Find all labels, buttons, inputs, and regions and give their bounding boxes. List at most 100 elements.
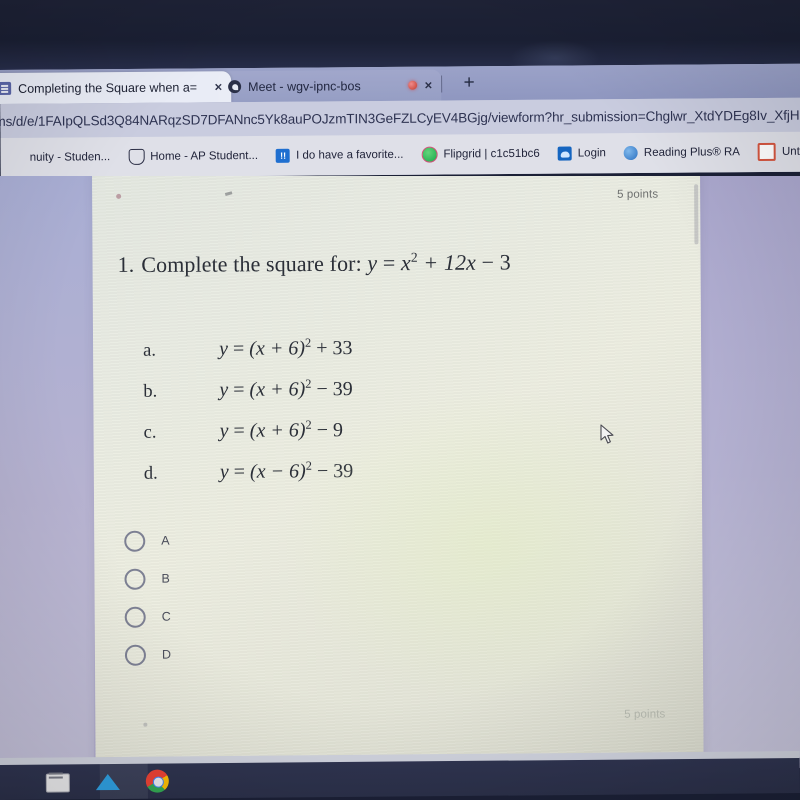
- photo-speck: [224, 191, 233, 197]
- tab-title: Meet - wgv-ipnc-bos: [248, 78, 361, 94]
- equation-term1-exponent: 2: [410, 250, 418, 266]
- chrome-icon[interactable]: [145, 768, 172, 794]
- new-tab-button[interactable]: +: [459, 72, 479, 93]
- bookmark-flipgrid[interactable]: Flipgrid | c1c51bc6: [412, 146, 548, 163]
- bookmark-label: Untitled p: [781, 145, 800, 158]
- choice-equals: =: [233, 460, 246, 483]
- radio-circle-icon[interactable]: [124, 606, 146, 628]
- choice-letter: d.: [143, 463, 158, 484]
- google-meet-icon: [228, 80, 242, 94]
- radio-option-b[interactable]: B: [124, 560, 170, 598]
- radio-circle-icon[interactable]: [124, 530, 146, 552]
- equation-lhs: y: [367, 250, 378, 276]
- screen-photograph: Completing the Square when a= × Meet - w…: [0, 0, 800, 800]
- blue-square-icon: !!: [276, 148, 291, 163]
- answer-choice-b: b. y = (x + 6)2 − 39: [143, 375, 623, 419]
- choice-group: (x + 6): [249, 337, 306, 360]
- scrollbar[interactable]: [694, 184, 699, 245]
- radio-label: D: [161, 647, 172, 662]
- radio-label: C: [161, 609, 171, 624]
- bookmark-nuity-student[interactable]: nuity - Studen...: [1, 150, 120, 165]
- radio-circle-icon[interactable]: [124, 568, 146, 590]
- choice-letter: a.: [143, 340, 156, 361]
- radio-option-a[interactable]: A: [124, 522, 170, 560]
- slides-icon: [757, 142, 777, 162]
- page-right-margin: [696, 176, 800, 768]
- question-prompt: Complete the square for:: [141, 250, 362, 278]
- radio-option-d[interactable]: D: [124, 636, 172, 674]
- choice-equals: =: [232, 337, 245, 360]
- bookmark-label: Flipgrid | c1c51bc6: [443, 147, 540, 161]
- choice-lhs: y: [219, 337, 229, 360]
- choice-tail: + 33: [316, 337, 353, 360]
- answer-choice-c: c. y = (x + 6)2 − 9: [144, 416, 624, 460]
- bookmark-label: nuity - Studen...: [29, 151, 111, 164]
- choice-exponent: 2: [305, 458, 312, 473]
- answer-choice-d: d. y = (x − 6)2 − 39: [144, 457, 624, 501]
- bookmark-i-do-have-a-favorite[interactable]: !! I do have a favorite...: [267, 148, 413, 163]
- equation-equals: =: [382, 250, 396, 276]
- bookmark-reading-plus[interactable]: Reading Plus® RA: [615, 145, 749, 161]
- choice-lhs: y: [219, 460, 229, 483]
- choice-exponent: 2: [305, 376, 312, 391]
- taskbar-items: [45, 768, 172, 795]
- bookmark-home-ap-student[interactable]: Home - AP Student...: [119, 148, 267, 165]
- equation-term2: + 12x: [423, 249, 477, 276]
- choice-expression: y = (x + 6)2 − 39: [219, 376, 353, 401]
- browser-window: Completing the Square when a= × Meet - w…: [0, 63, 800, 178]
- radio-label: B: [161, 571, 170, 586]
- bookmark-login[interactable]: Login: [549, 146, 615, 161]
- bookmark-label: Home - AP Student...: [150, 149, 259, 163]
- tab-meet[interactable]: Meet - wgv-ipnc-bos ×: [218, 69, 442, 103]
- choice-expression: y = (x + 6)2 + 33: [219, 335, 353, 360]
- choice-equals: =: [233, 419, 245, 442]
- choice-group: (x + 6): [249, 419, 306, 442]
- bookmarks-bar: nuity - Studen... Home - AP Student... !…: [0, 131, 800, 178]
- choice-exponent: 2: [304, 335, 312, 350]
- google-forms-icon: [0, 81, 12, 96]
- shield-icon: [128, 148, 145, 165]
- choice-letter: c.: [143, 422, 157, 443]
- file-explorer-icon[interactable]: [45, 768, 72, 794]
- choice-exponent: 2: [305, 417, 312, 432]
- choice-tail: − 39: [316, 378, 353, 401]
- question-number: 1.: [117, 252, 135, 278]
- site-icon: [10, 151, 24, 165]
- equation-term1-base: x: [400, 250, 411, 276]
- recording-indicator-icon: [408, 80, 418, 90]
- mail-icon[interactable]: [95, 768, 122, 794]
- choice-tail: − 9: [316, 419, 344, 442]
- close-icon[interactable]: ×: [424, 78, 432, 93]
- form-question-card: 5 points 5 points 1. Complete the square …: [92, 176, 704, 768]
- points-label-bottom: 5 points: [624, 708, 666, 721]
- points-label-top: 5 points: [617, 188, 659, 201]
- reading-plus-icon: [623, 145, 638, 161]
- answer-choices-list: a. y = (x + 6)2 + 33 b. y = (x + 6)2 − 3…: [143, 334, 624, 501]
- tab-title: Completing the Square when a=: [18, 79, 198, 96]
- choice-equals: =: [233, 378, 245, 401]
- radio-option-c[interactable]: C: [124, 598, 171, 636]
- choice-lhs: y: [219, 378, 229, 401]
- tab-completing-the-square[interactable]: Completing the Square when a= ×: [0, 71, 232, 105]
- bookmark-label: Reading Plus® RA: [643, 146, 741, 159]
- question-text: 1. Complete the square for: y = x2 + 12x …: [117, 249, 647, 279]
- monitor-bezel-top: [0, 0, 800, 76]
- google-form-page: 5 points 5 points 1. Complete the square …: [0, 176, 800, 768]
- choice-group: (x − 6): [249, 460, 306, 483]
- choice-group: (x + 6): [249, 378, 306, 401]
- login-cloud-icon: [557, 146, 572, 161]
- choice-tail: − 39: [316, 460, 354, 483]
- photo-speck: [143, 722, 148, 727]
- url-text: ms/d/e/1FAIpQLSd3Q84NARqzSD7DFANnc5Yk8au…: [0, 107, 800, 129]
- choice-letter: b.: [143, 381, 158, 402]
- photo-speck: [116, 193, 122, 199]
- question-equation: y = x2 + 12x − 3: [367, 250, 511, 276]
- radio-circle-icon[interactable]: [124, 644, 147, 666]
- choice-expression: y = (x − 6)2 − 39: [220, 458, 354, 483]
- bookmark-untitled-presentation[interactable]: Untitled p: [749, 142, 800, 162]
- tabstrip-divider: [441, 75, 443, 93]
- equation-term3: − 3: [481, 249, 511, 275]
- choice-expression: y = (x + 6)2 − 9: [220, 417, 344, 442]
- page-left-margin: [0, 176, 94, 768]
- choice-lhs: y: [219, 419, 229, 442]
